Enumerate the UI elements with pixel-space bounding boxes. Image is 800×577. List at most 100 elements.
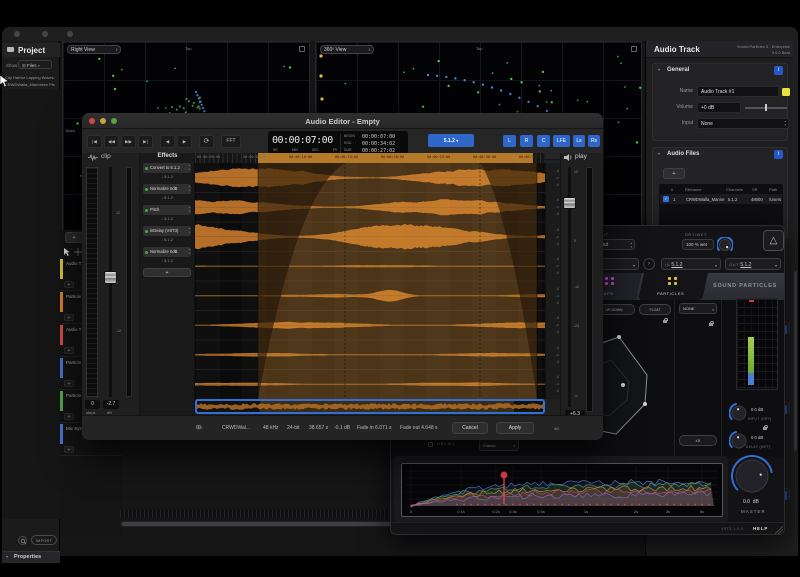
- pointer-tool-icon[interactable]: [63, 248, 72, 256]
- gain-value-box[interactable]: -2.7: [103, 400, 119, 409]
- out-format-dropdown[interactable]: OUT 5.1.2 ▾: [725, 258, 781, 270]
- channel-button-c[interactable]: C: [537, 135, 550, 147]
- drywet-value-box[interactable]: 100 % wet: [682, 239, 714, 250]
- effect-enabled-led[interactable]: [145, 167, 148, 170]
- name-field[interactable]: Audio Track #1: [697, 86, 779, 97]
- format-dropdown[interactable]: 5.1.2 ▾: [428, 134, 474, 147]
- clip-fader-handle[interactable]: [104, 271, 117, 284]
- table-row[interactable]: ✓ 1 CRWDWalla_Manne 5.1.2 48000 /Users: [660, 194, 782, 204]
- steps-value-box[interactable]: 0: [85, 400, 100, 409]
- track-color-swatch[interactable]: [782, 88, 790, 96]
- track-add-button[interactable]: +: [64, 281, 74, 288]
- db-scale-label: -∞: [556, 264, 559, 268]
- file-list-item[interactable]: City Harbor Lapping Waves: [5, 75, 59, 80]
- properties-bar[interactable]: ▾ Properties: [2, 551, 60, 563]
- info-icon[interactable]: i: [774, 150, 783, 159]
- input-dropdown[interactable]: None ▴▾: [697, 118, 789, 129]
- waveform-area[interactable]: [195, 163, 545, 399]
- rewind-button[interactable]: ◀◀: [104, 135, 119, 148]
- kb-button[interactable]: KB: [679, 435, 717, 446]
- timeline-ruler[interactable]: 00:00:00:0000:00:05:0000:00:10:0000:00:1…: [195, 153, 545, 163]
- volume-slider-handle[interactable]: [765, 104, 767, 111]
- track-add-button[interactable]: +: [64, 413, 74, 420]
- v-scrollbar[interactable]: [793, 41, 798, 556]
- effect-item[interactable]: Normalize 0dB ▴▾: [143, 247, 191, 257]
- next-preset-button[interactable]: ›: [643, 258, 655, 270]
- search-button[interactable]: [18, 536, 27, 545]
- view-selector[interactable]: 360º View ⇕: [320, 45, 374, 54]
- classic-dropdown[interactable]: Classic ▾: [479, 439, 519, 451]
- effect-enabled-led[interactable]: [145, 209, 148, 212]
- fft-button[interactable]: FFT: [221, 135, 241, 148]
- volume-field[interactable]: +0 dB: [697, 102, 741, 113]
- stepper-icon[interactable]: ▴▾: [189, 206, 190, 213]
- track-add-button[interactable]: +: [64, 347, 74, 354]
- skip-start-button[interactable]: |◀: [87, 135, 102, 148]
- drywet-knob[interactable]: [717, 237, 733, 253]
- add-track-button[interactable]: +: [65, 232, 83, 243]
- input-dry-knob[interactable]: [729, 403, 749, 423]
- overview-bar[interactable]: [195, 399, 545, 414]
- effect-item[interactable]: Convert to 5.1.2 ▴▾: [143, 163, 191, 173]
- speaker-config-icon[interactable]: ⊞‹: [196, 424, 203, 431]
- float-button[interactable]: FLOAT: [639, 304, 671, 315]
- add-file-button[interactable]: +: [663, 168, 685, 179]
- link-all-checkbox[interactable]: [428, 442, 433, 447]
- track-add-button[interactable]: +: [64, 380, 74, 387]
- effect-name: Convert to 5.1.2: [150, 163, 184, 173]
- delay-graph-box[interactable]: 00.1s0.2s0.3s0.5s1s2s3s5s: [401, 463, 723, 517]
- master-fader-handle[interactable]: [563, 197, 576, 209]
- unit-hr: HR: [273, 148, 278, 152]
- minimize-button[interactable]: [42, 31, 48, 37]
- close-button[interactable]: [14, 31, 20, 37]
- chevron-down-icon[interactable]: ▾: [658, 151, 660, 156]
- effect-enabled-led[interactable]: [145, 230, 148, 233]
- track-add-button[interactable]: +: [64, 446, 74, 453]
- skip-end-button[interactable]: ▶|: [138, 135, 153, 148]
- lock-icon[interactable]: [763, 427, 767, 430]
- info-icon[interactable]: i: [774, 66, 783, 75]
- v-scrollbar-thumb[interactable]: [794, 271, 797, 451]
- channel-button-lfe[interactable]: LFE: [553, 135, 570, 147]
- add-effect-button[interactable]: +: [143, 268, 191, 277]
- chevron-down-icon[interactable]: ▾: [658, 67, 660, 72]
- resize-grip-icon[interactable]: [775, 526, 783, 534]
- stepper-icon[interactable]: ▴▾: [189, 185, 190, 192]
- apply-button[interactable]: Apply: [496, 422, 534, 434]
- channel-button-r[interactable]: R: [520, 135, 533, 147]
- help-link[interactable]: HELP: [753, 526, 768, 531]
- track-add-button[interactable]: +: [64, 314, 74, 321]
- stepper-icon[interactable]: ▴▾: [189, 164, 190, 171]
- stepper-icon[interactable]: ▴▾: [189, 248, 190, 255]
- files-dropdown[interactable]: ⊞ Files ▾: [18, 60, 52, 69]
- channel-button-ls[interactable]: Ls: [573, 135, 585, 147]
- import-button[interactable]: IMPORT: [31, 535, 57, 545]
- effect-item[interactable]: Pitch ▴▾: [143, 205, 191, 215]
- effect-enabled-led[interactable]: [145, 251, 148, 254]
- effect-item[interactable]: inDelay (VST3) ▴▾: [143, 226, 191, 236]
- cancel-button[interactable]: Cancel: [452, 422, 488, 434]
- channel-button-l[interactable]: L: [503, 135, 516, 147]
- link-all-label[interactable]: LINK ALL: [437, 442, 455, 446]
- lock-icon[interactable]: [709, 323, 713, 326]
- none-dropdown[interactable]: NONE ▾: [679, 303, 717, 314]
- fast-forward-button[interactable]: ▶▶: [121, 135, 136, 148]
- expand-icon[interactable]: [299, 46, 305, 52]
- play-button[interactable]: ▶: [177, 135, 192, 148]
- step-back-button[interactable]: ◀: [160, 135, 175, 148]
- tab-particles-label[interactable]: PARTICLES: [657, 291, 684, 296]
- loop-button[interactable]: ⟳: [199, 135, 214, 148]
- in-format-dropdown[interactable]: IN 5.1.2 ▾: [661, 258, 721, 270]
- master-knob[interactable]: [729, 453, 775, 499]
- stepper-icon[interactable]: ▴▾: [189, 227, 190, 234]
- main-titlebar[interactable]: [2, 27, 798, 41]
- effect-enabled-led[interactable]: [145, 188, 148, 191]
- channel-button-rs[interactable]: Rs: [588, 135, 600, 147]
- expand-icon[interactable]: [631, 46, 637, 52]
- file-checkbox[interactable]: ✓: [663, 196, 669, 202]
- editor-titlebar[interactable]: Audio Editor - Empty: [82, 113, 603, 129]
- file-list-item[interactable]: CRWDWalla_Manneken Pis: [5, 82, 59, 87]
- zoom-button[interactable]: [67, 31, 73, 37]
- effect-item[interactable]: Normalize 0dB ▴▾: [143, 184, 191, 194]
- view-selector[interactable]: Right View ⇕: [67, 45, 121, 54]
